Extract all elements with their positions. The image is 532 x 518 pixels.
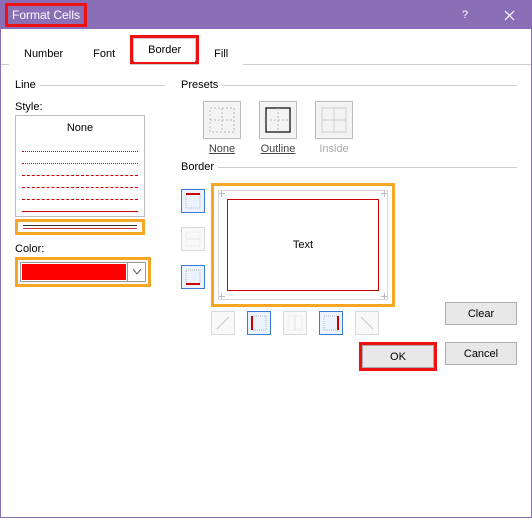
presets-group: Presets None Outline <box>181 79 517 155</box>
ok-button[interactable]: OK <box>362 345 434 368</box>
style-label: Style: <box>15 101 165 113</box>
title-bar: Format Cells ? <box>1 1 531 29</box>
preset-inside: Inside <box>315 101 353 155</box>
line-group-label: Line <box>15 79 40 91</box>
presets-group-label: Presets <box>181 79 222 91</box>
preset-none-icon <box>203 101 241 139</box>
window-title: Format Cells <box>12 8 80 22</box>
border-vertical-button <box>283 311 307 335</box>
line-style-list[interactable]: None <box>15 115 145 217</box>
preset-outline[interactable]: Outline <box>259 101 297 155</box>
help-button[interactable]: ? <box>443 1 487 29</box>
tab-fill[interactable]: Fill <box>199 42 243 65</box>
clear-button[interactable]: Clear <box>445 302 517 325</box>
close-button[interactable] <box>487 1 531 29</box>
chevron-down-icon[interactable] <box>127 263 145 281</box>
tab-strip: Number Font Border Fill <box>1 29 531 65</box>
border-horizontal-button <box>181 227 205 251</box>
line-style-dotted-2[interactable] <box>22 156 138 164</box>
border-group-label: Border <box>181 161 218 173</box>
tab-font[interactable]: Font <box>78 42 130 65</box>
preset-outline-icon <box>259 101 297 139</box>
line-style-solid[interactable] <box>22 204 138 212</box>
color-swatch <box>22 264 126 280</box>
line-style-dash-2[interactable] <box>22 192 138 200</box>
preset-inside-icon <box>315 101 353 139</box>
border-bottom-button[interactable] <box>181 265 205 289</box>
cancel-button[interactable]: Cancel <box>445 342 517 365</box>
tab-border[interactable]: Border <box>133 38 196 61</box>
format-cells-dialog: Format Cells ? Number Font Border Fill L… <box>0 0 532 518</box>
dialog-footer: OK Cancel <box>359 342 517 371</box>
line-style-dotted[interactable] <box>22 144 138 152</box>
line-style-dash[interactable] <box>22 168 138 176</box>
line-style-selected[interactable] <box>15 219 145 235</box>
dialog-body: Line Style: None Color: <box>1 65 531 385</box>
preset-none[interactable]: None <box>203 101 241 155</box>
line-style-none[interactable]: None <box>16 116 144 140</box>
border-left-button[interactable] <box>247 311 271 335</box>
color-picker[interactable] <box>20 262 146 282</box>
border-diag-up-button[interactable] <box>211 311 235 335</box>
border-top-button[interactable] <box>181 189 205 213</box>
line-style-dashdot[interactable] <box>22 180 138 188</box>
line-group: Line Style: None Color: <box>15 79 165 287</box>
border-diag-down-button[interactable] <box>355 311 379 335</box>
tab-number[interactable]: Number <box>9 42 78 65</box>
border-right-button[interactable] <box>319 311 343 335</box>
border-preview[interactable]: Text <box>218 190 388 300</box>
color-label: Color: <box>15 243 165 255</box>
